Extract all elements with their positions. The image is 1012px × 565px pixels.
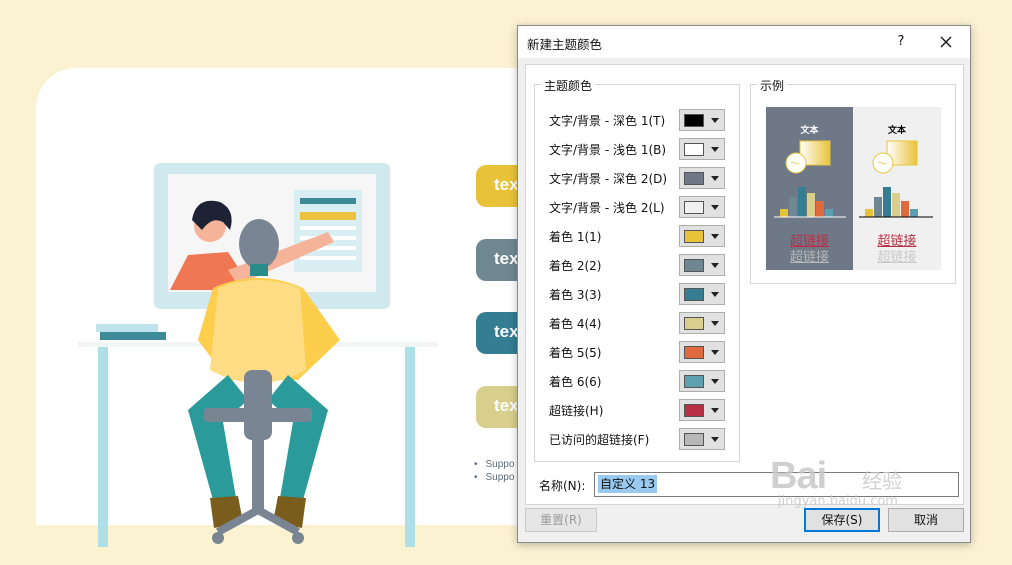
color-picker-button[interactable] — [679, 196, 725, 218]
color-picker-button[interactable] — [679, 254, 725, 276]
theme-color-row: 超链接(H) — [549, 399, 735, 421]
theme-color-label: 文字/背景 - 深色 1(T) — [549, 114, 666, 128]
theme-color-label: 已访问的超链接(F) — [549, 433, 650, 447]
slide-bullets: Suppo Suppo — [474, 458, 515, 484]
theme-color-label: 超链接(H) — [549, 404, 604, 418]
sample-visited-light: 超链接 — [877, 250, 917, 265]
chevron-down-icon — [711, 147, 719, 152]
chevron-down-icon — [711, 234, 719, 239]
chevron-down-icon — [711, 176, 719, 181]
color-picker-button[interactable] — [679, 399, 725, 421]
slide-text-1: tex — [494, 175, 519, 194]
chevron-down-icon — [711, 205, 719, 210]
cancel-button[interactable]: 取消 — [888, 508, 964, 532]
color-swatch — [684, 375, 704, 388]
sample-shapes-light — [859, 140, 933, 218]
color-picker-button[interactable] — [679, 138, 725, 160]
theme-color-row: 文字/背景 - 深色 1(T) — [549, 109, 735, 131]
sample-group-label: 示例 — [757, 77, 788, 94]
color-swatch — [684, 259, 704, 272]
dialog-titlebar[interactable]: 新建主题颜色 ? — [518, 26, 970, 58]
new-theme-colors-dialog: 新建主题颜色 ? 主题颜色 文字/背景 - 深色 1(T) 文字/背景 - 浅色 … — [517, 25, 971, 543]
color-swatch — [684, 230, 704, 243]
color-swatch — [684, 143, 704, 156]
sample-visited-dark: 超链接 — [789, 250, 829, 265]
theme-colors-group: 主题颜色 文字/背景 - 深色 1(T) 文字/背景 - 浅色 1(B) 文字/背景… — [534, 77, 740, 462]
theme-color-row: 着色 3(3) — [549, 283, 735, 305]
theme-color-label: 着色 4(4) — [549, 317, 602, 331]
theme-color-row: 着色 6(6) — [549, 370, 735, 392]
watermark-url: jingyan.baidu.com — [778, 494, 898, 509]
color-swatch — [684, 346, 704, 359]
theme-color-label: 文字/背景 - 浅色 2(L) — [549, 201, 665, 215]
color-swatch — [684, 172, 704, 185]
theme-color-row: 着色 2(2) — [549, 254, 735, 276]
desk-illustration — [78, 163, 438, 547]
chevron-down-icon — [711, 437, 719, 442]
color-swatch — [684, 433, 704, 446]
color-picker-button[interactable] — [679, 167, 725, 189]
theme-color-label: 着色 2(2) — [549, 259, 602, 273]
color-picker-button[interactable] — [679, 312, 725, 334]
reset-button[interactable]: 重置(R) — [525, 508, 597, 532]
close-button[interactable] — [932, 28, 960, 56]
slide-text-4: tex — [494, 396, 519, 415]
theme-color-row: 着色 1(1) — [549, 225, 735, 247]
sample-preview-light: 文本 超链接 超链接 — [853, 107, 941, 270]
chevron-down-icon — [711, 292, 719, 297]
chevron-down-icon — [711, 350, 719, 355]
theme-color-label: 着色 5(5) — [549, 346, 602, 360]
bullet-item: Suppo — [474, 458, 515, 471]
theme-colors-group-label: 主题颜色 — [541, 77, 596, 94]
theme-color-row: 文字/背景 - 深色 2(D) — [549, 167, 735, 189]
sample-shapes-dark — [774, 140, 846, 218]
dialog-title: 新建主题颜色 — [527, 37, 603, 52]
color-swatch — [684, 404, 704, 417]
chevron-down-icon — [711, 321, 719, 326]
color-swatch — [684, 201, 704, 214]
theme-color-label: 文字/背景 - 浅色 1(B) — [549, 143, 667, 157]
color-picker-button[interactable] — [679, 225, 725, 247]
color-picker-button[interactable] — [679, 341, 725, 363]
color-picker-button[interactable] — [679, 370, 725, 392]
sample-preview-dark: 文本 超链接 超链接 — [766, 107, 853, 270]
save-button[interactable]: 保存(S) — [804, 508, 880, 532]
color-swatch — [684, 317, 704, 330]
baidu-watermark: Bai 经验 jingyan.baidu.com — [770, 455, 902, 509]
close-icon — [940, 36, 952, 48]
name-label: 名称(N): — [539, 479, 586, 493]
theme-color-row: 已访问的超链接(F) — [549, 428, 735, 450]
color-picker-button[interactable] — [679, 109, 725, 131]
slide-text-2: tex — [494, 249, 519, 268]
theme-color-label: 着色 3(3) — [549, 288, 602, 302]
theme-color-row: 着色 5(5) — [549, 341, 735, 363]
chevron-down-icon — [711, 379, 719, 384]
theme-color-label: 文字/背景 - 深色 2(D) — [549, 172, 668, 186]
theme-color-row: 文字/背景 - 浅色 1(B) — [549, 138, 735, 160]
chevron-down-icon — [711, 263, 719, 268]
bullet-item: Suppo — [474, 471, 515, 484]
sample-group: 示例 文本 超链接 超链接 文本 超链接 超链接 — [750, 77, 956, 284]
color-picker-button[interactable] — [679, 428, 725, 450]
theme-color-row: 文字/背景 - 浅色 2(L) — [549, 196, 735, 218]
slide-text-3: tex — [494, 322, 519, 341]
color-swatch — [684, 288, 704, 301]
watermark-jingyan: 经验 — [862, 469, 903, 493]
chevron-down-icon — [711, 408, 719, 413]
help-button[interactable]: ? — [890, 28, 912, 56]
theme-color-label: 着色 1(1) — [549, 230, 602, 244]
color-picker-button[interactable] — [679, 283, 725, 305]
chevron-down-icon — [711, 118, 719, 123]
name-input-value: 自定义 13 — [598, 475, 658, 493]
watermark-logo-text: Bai — [770, 455, 827, 497]
theme-color-label: 着色 6(6) — [549, 375, 602, 389]
dialog-client-area: 主题颜色 文字/背景 - 深色 1(T) 文字/背景 - 浅色 1(B) 文字/背景… — [525, 64, 964, 505]
theme-color-row: 着色 4(4) — [549, 312, 735, 334]
color-swatch — [684, 114, 704, 127]
